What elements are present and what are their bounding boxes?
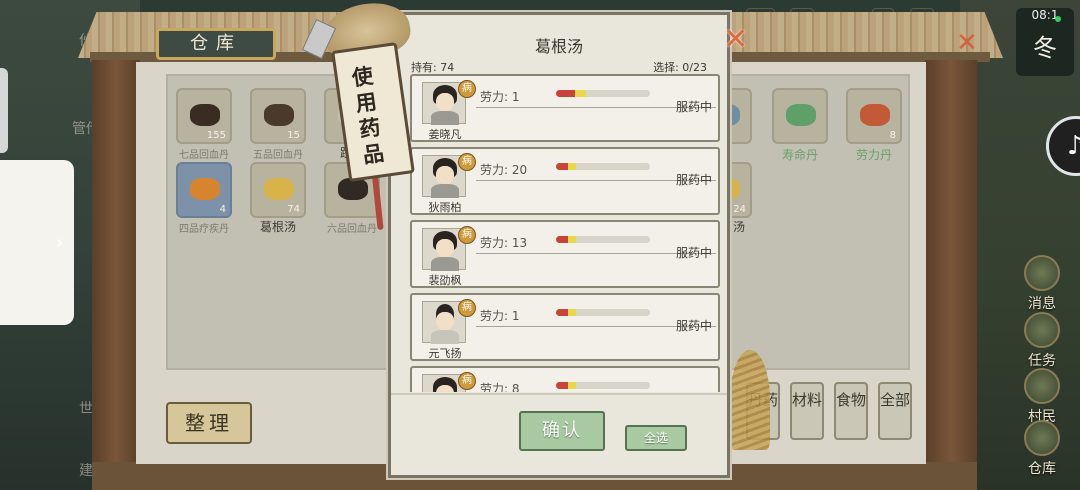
sick-badge: 病 [458,299,476,317]
season-clock[interactable]: 08:1 冬 [1016,8,1074,76]
owned-count: 持有: 74 [411,61,455,74]
status-text: 服药中 [675,319,712,333]
confirm-button[interactable]: 确认 [519,411,605,451]
item-label: 葛根汤 [259,220,296,234]
divider [391,393,727,395]
inventory-item[interactable] [772,88,828,144]
warehouse-icon [1024,420,1060,456]
health-bar [556,382,650,389]
patient-list[interactable]: 病 姜晓凡 劳力: 1 服药中 病 狄雨柏 劳力: 20 服药中 病 裴劭枫 劳… [410,74,722,392]
labor-value: 劳力: 13 [480,236,528,250]
sick-badge: 病 [458,153,476,171]
item-label: 劳力丹 [855,148,892,162]
patient-name: 裴劭枫 [428,274,462,287]
labor-value: 劳力: 8 [480,382,520,392]
close-icon[interactable]: ✕ [723,25,748,55]
item-label: 寿命丹 [781,148,818,162]
labor-value: 劳力: 1 [480,309,520,323]
wheat-decoration [730,350,770,450]
pill-icon [190,178,220,200]
inventory-item[interactable]: 8 [846,88,902,144]
item-label: 四品疗疾丹 [179,224,229,235]
patient-name: 姜晓凡 [428,128,462,141]
item-label: 五品回血丹 [253,150,303,161]
inventory-item[interactable]: 155 [176,88,232,144]
warehouse-title: 仓库 [156,28,276,60]
dialog-title: 葛根汤 [534,37,583,56]
patient-name: 狄雨柏 [428,201,462,214]
item-label: 七品回血丹 [179,150,229,161]
status-text: 服药中 [675,173,712,187]
right-menu-villagers[interactable]: 村民 [1018,368,1066,426]
labor-value: 劳力: 20 [480,163,528,177]
select-all-button[interactable]: 全选 [625,425,687,451]
patient-row[interactable]: 病 裴劭枫 劳力: 13 服药中 [410,220,720,288]
item-qty: 8 [889,130,896,141]
item-qty: 155 [206,130,226,141]
right-menu-label: 仓库 [1028,461,1056,477]
sick-badge: 病 [458,226,476,244]
tag-label: 使用药品 [350,62,386,168]
inventory-item[interactable]: 4 [176,162,232,218]
side-handle[interactable] [0,68,8,153]
item-qty: 15 [287,130,300,141]
health-bar [556,90,650,97]
wooden-post-left [92,60,140,480]
patient-row[interactable]: 病 姜晓凡 劳力: 1 服药中 [410,74,720,142]
close-icon[interactable]: ✕ [956,28,978,58]
sick-badge: 病 [458,372,476,390]
pill-icon [264,104,294,126]
health-bar [556,163,650,170]
status-text: 服药中 [675,100,712,114]
item-qty: 24 [733,204,746,215]
labor-value: 劳力: 1 [480,90,520,104]
patient-name: 元飞扬 [428,347,462,360]
wooden-post-right [925,60,977,480]
pill-icon [190,104,220,126]
bottle-icon [786,104,816,126]
chevron-right-icon[interactable]: › [56,232,63,253]
status-text: 服药中 [675,246,712,260]
patient-row[interactable]: 病 元飞扬 劳力: 1 服药中 [410,293,720,361]
villager-icon [1024,368,1060,404]
status-dot-icon [1055,16,1061,22]
right-menu-tasks[interactable]: 任务 [1018,312,1066,370]
season-label: 冬 [1033,34,1057,62]
sick-badge: 病 [458,80,476,98]
item-qty: 74 [287,204,300,215]
patient-row[interactable]: 病 劳力: 8 [410,366,720,392]
category-tab-all[interactable]: 全部 [878,382,912,440]
sort-button[interactable]: 整理 [166,402,252,444]
right-menu-label: 任务 [1028,353,1056,369]
soup-bowl-icon [264,178,294,200]
right-menu-warehouse[interactable]: 仓库 [1018,420,1066,478]
inventory-item[interactable]: 15 [250,88,306,144]
patient-row[interactable]: 病 狄雨柏 劳力: 20 服药中 [410,147,720,215]
selected-count: 选择: 0/23 [653,61,707,74]
health-bar [556,309,650,316]
category-tab-food[interactable]: 食物 [834,382,868,440]
message-icon [1024,255,1060,291]
category-tab-materials[interactable]: 材料 [790,382,824,440]
inventory-item[interactable]: 74 [250,162,306,218]
right-menu-label: 消息 [1028,296,1056,312]
health-bar [556,236,650,243]
right-menu-messages[interactable]: 消息 [1018,255,1066,313]
task-icon [1024,312,1060,348]
item-qty: 4 [219,204,226,215]
bottle-icon [860,104,890,126]
